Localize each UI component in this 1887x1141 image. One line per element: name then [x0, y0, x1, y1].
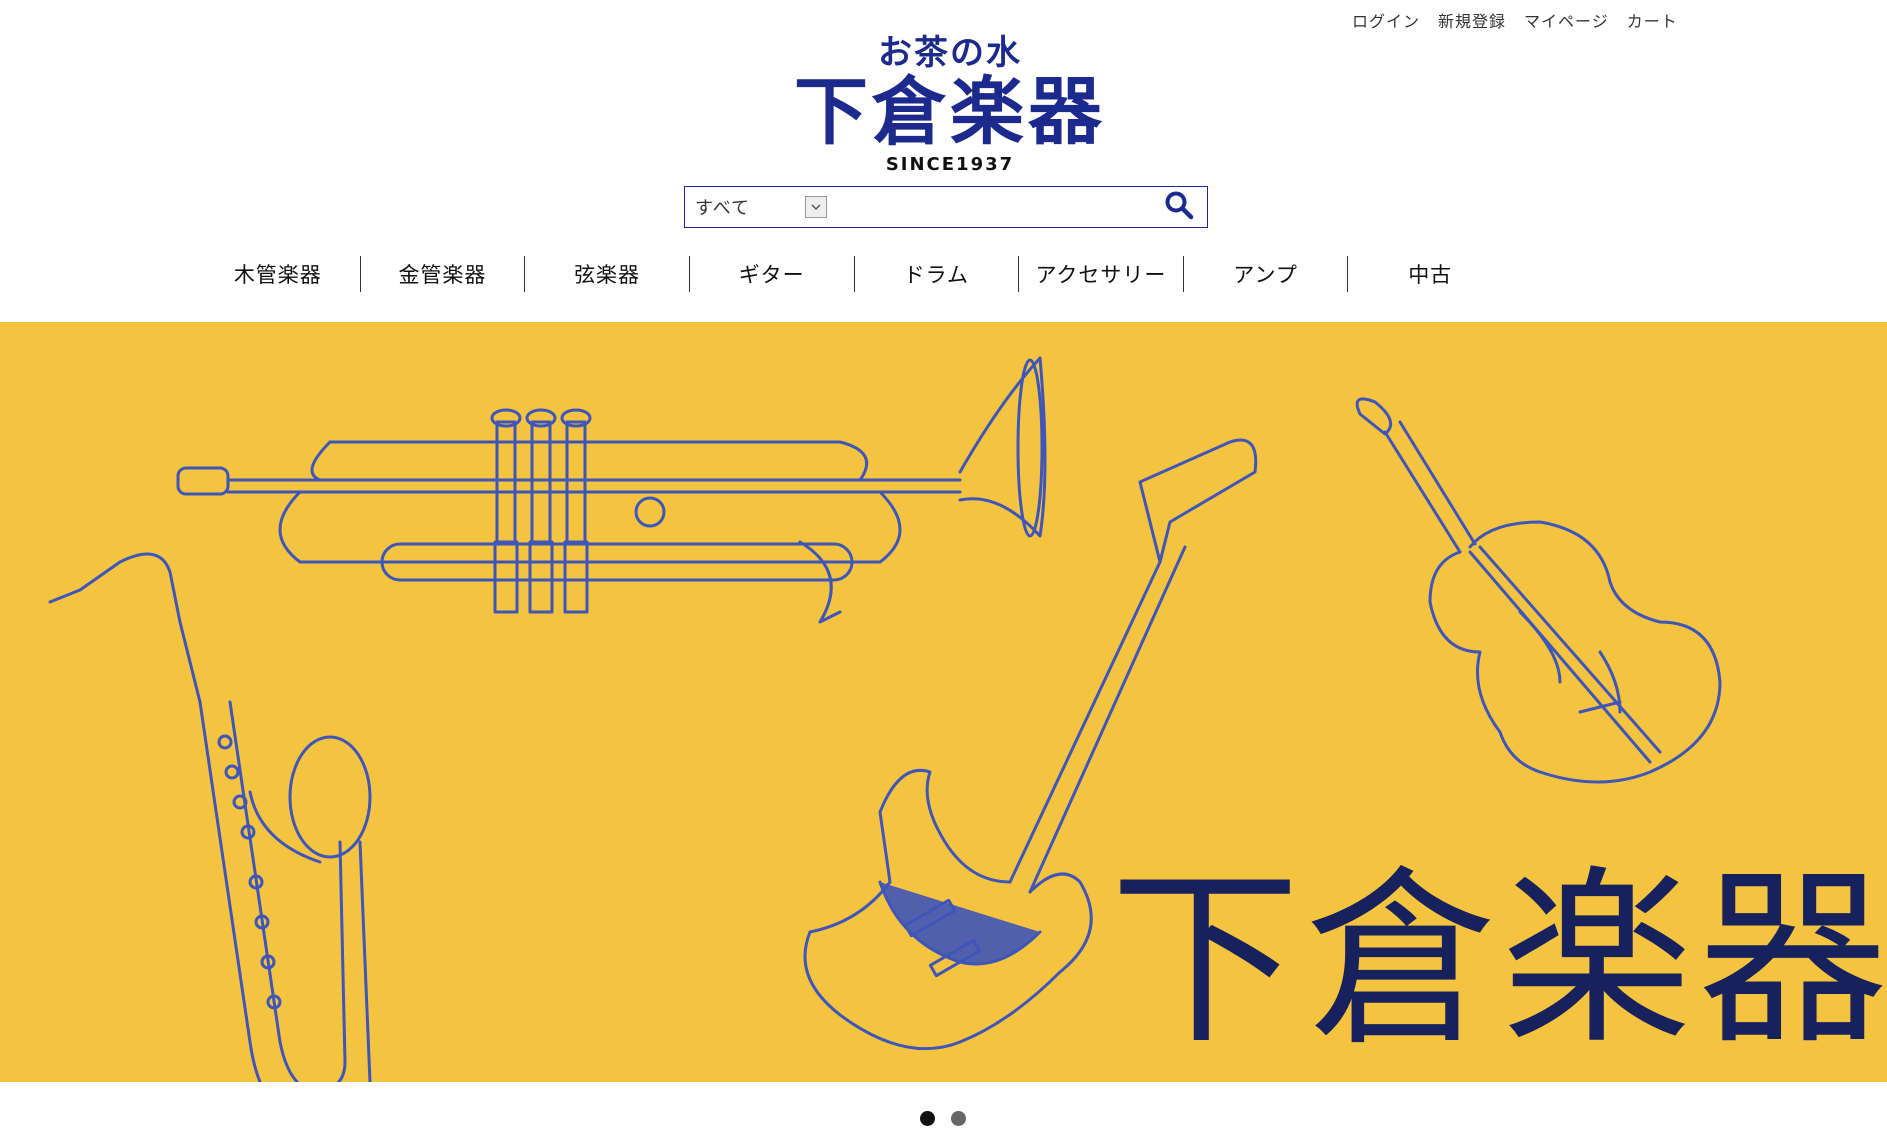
category-select-value: すべて [695, 198, 751, 219]
nav-item-drums[interactable]: ドラム [853, 256, 1019, 292]
utility-nav: ログイン 新規登録 マイページ カート [1352, 8, 1678, 32]
cart-link[interactable]: カート [1627, 8, 1678, 32]
category-nav: 木管楽器 金管楽器 弦楽器 ギター ドラム アクセサリー アンプ 中古 [196, 256, 1512, 292]
hero-title: 下倉楽器 [1110, 849, 1887, 1070]
carousel-dots [920, 1111, 966, 1126]
carousel-dot-1[interactable] [920, 1111, 935, 1126]
register-link[interactable]: 新規登録 [1438, 8, 1506, 32]
category-select[interactable]: すべて [685, 187, 827, 227]
violin-illustration [1355, 397, 1722, 784]
search-input[interactable] [827, 187, 1151, 227]
nav-item-brass[interactable]: 金管楽器 [359, 256, 525, 292]
logo-since: SINCE1937 [885, 154, 1015, 175]
nav-item-guitar[interactable]: ギター [688, 256, 854, 292]
login-link[interactable]: ログイン [1352, 8, 1420, 32]
nav-item-used[interactable]: 中古 [1347, 256, 1512, 292]
chevron-down-icon[interactable] [805, 196, 827, 218]
nav-item-strings[interactable]: 弦楽器 [524, 256, 689, 292]
site-logo[interactable]: お茶の水 下倉楽器 SINCE1937 [790, 34, 1110, 184]
logo-pre: お茶の水 [878, 33, 1022, 73]
logo-main: 下倉楽器 [794, 69, 1106, 155]
saxophone-illustration [48, 552, 372, 1082]
nav-item-woodwind[interactable]: 木管楽器 [196, 256, 360, 292]
search-bar: すべて [684, 186, 1208, 228]
nav-item-amps[interactable]: アンプ [1182, 256, 1348, 292]
trumpet-illustration [176, 356, 1047, 624]
nav-item-accessories[interactable]: アクセサリー [1018, 256, 1183, 292]
search-button[interactable] [1151, 187, 1207, 227]
page: ログイン 新規登録 マイページ カート お茶の水 下倉楽器 SINCE1937 … [0, 0, 1887, 1141]
mypage-link[interactable]: マイページ [1524, 8, 1609, 32]
search-icon [1164, 190, 1194, 224]
carousel-dot-2[interactable] [951, 1111, 966, 1126]
